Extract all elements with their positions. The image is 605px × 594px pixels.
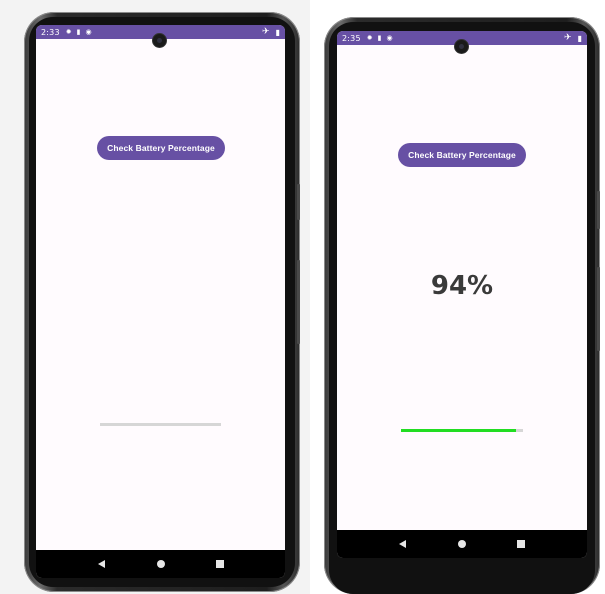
- battery-progress-bar: [100, 423, 221, 426]
- navigation-bar: [36, 550, 285, 578]
- side-button: [297, 184, 300, 220]
- circle-a-icon: ◉: [85, 27, 92, 36]
- gear-icon: ✹: [65, 27, 72, 36]
- side-button: [297, 260, 300, 344]
- back-icon[interactable]: [92, 554, 112, 574]
- side-button: [597, 191, 600, 229]
- navigation-bar: [337, 530, 587, 558]
- front-camera-left: [153, 34, 166, 47]
- side-button: [597, 267, 600, 351]
- gear-icon: ✹: [366, 33, 373, 42]
- screen-right: 2:35 ✹ ▮ ◉ ✈ ▮ Check Battery Percentage …: [337, 31, 587, 558]
- battery-icon: ▮: [577, 33, 582, 43]
- circle-a-icon: ◉: [386, 33, 393, 42]
- battery-percentage-text: 94%: [430, 271, 494, 301]
- recents-icon[interactable]: [511, 534, 531, 554]
- battery-icon: ▮: [275, 27, 280, 37]
- check-battery-button[interactable]: Check Battery Percentage: [398, 143, 526, 167]
- status-time: 2:35: [342, 33, 361, 43]
- check-battery-button[interactable]: Check Battery Percentage: [97, 136, 225, 160]
- sd-card-icon: ▮: [76, 27, 81, 36]
- front-camera-right: [455, 40, 468, 53]
- airplane-icon: ✈: [262, 27, 270, 37]
- home-icon[interactable]: [452, 534, 472, 554]
- battery-progress-bar: [401, 429, 523, 432]
- screen-left: 2:33 ✹ ▮ ◉ ✈ ▮ Check Battery Percentage: [36, 25, 285, 578]
- status-time: 2:33: [41, 27, 60, 37]
- progress-fill: [401, 429, 516, 432]
- sd-card-icon: ▮: [377, 33, 382, 42]
- airplane-icon: ✈: [564, 33, 572, 43]
- recents-icon[interactable]: [210, 554, 230, 574]
- back-icon[interactable]: [393, 534, 413, 554]
- home-icon[interactable]: [151, 554, 171, 574]
